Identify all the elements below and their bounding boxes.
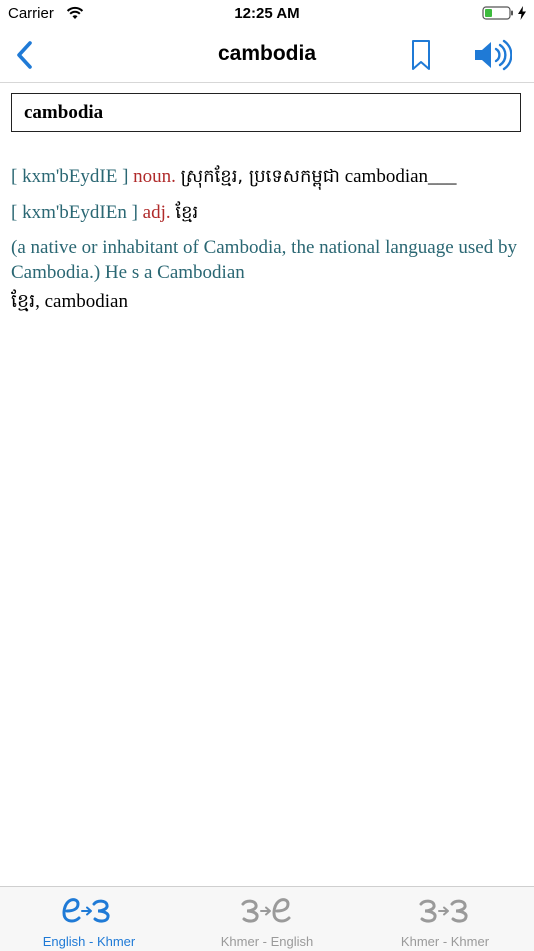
bookmark-icon[interactable] <box>406 38 436 72</box>
page-title: cambodia <box>217 42 317 65</box>
entry-adjective: [ kxm'bEydIEn ] adj. ខ្មែរ <box>11 199 526 227</box>
khmer-translation: ខ្មែរ <box>175 202 199 223</box>
definition-content: [ kxm'bEydIE ] noun. ស្រុកខ្មែរ, ប្រទេសក… <box>11 163 526 317</box>
tab-khmer-khmer[interactable]: Khmer - Khmer <box>356 887 534 951</box>
navigation-bar: cambodia <box>0 28 534 83</box>
battery-icon <box>482 6 513 20</box>
back-chevron-icon[interactable] <box>12 38 38 72</box>
tab-english-khmer[interactable]: English - Khmer <box>0 887 178 951</box>
e-to-khmer-icon <box>62 898 110 923</box>
phonetic-text: [ kxm'bEydIEn ] <box>11 202 138 223</box>
phonetic-text: [ kxm'bEydIE ] <box>11 166 129 187</box>
part-of-speech: noun. <box>133 166 176 187</box>
speaker-icon[interactable] <box>472 38 512 72</box>
charging-bolt-icon <box>518 6 526 20</box>
khmer-to-e-icon <box>241 898 291 923</box>
khmer-translation: ស្រុកខ្មែរ, ប្រទេសកម្ពុជា <box>180 166 340 187</box>
tab-khmer-english[interactable]: Khmer - English <box>178 887 356 951</box>
status-bar: Carrier 12:25 AM <box>0 0 534 28</box>
part-of-speech: adj. <box>142 202 171 223</box>
tab-bar: English - Khmer Khmer - English Khmer - … <box>0 886 534 951</box>
definition-text: (a native or inhabitant of Cambodia, the… <box>11 237 517 283</box>
tab-label: English - Khmer <box>42 934 136 949</box>
english-term: cambodian___ <box>344 166 457 187</box>
entry-noun: [ kxm'bEydIE ] noun. ស្រុកខ្មែរ, ប្រទេសក… <box>11 163 526 191</box>
translation-text: ខ្មែរ, cambodian <box>11 291 128 312</box>
tab-label: Khmer - English <box>220 934 314 949</box>
khmer-to-khmer-icon <box>419 899 468 923</box>
search-input[interactable] <box>11 93 521 132</box>
tab-label: Khmer - Khmer <box>400 934 490 949</box>
clock-label: 12:25 AM <box>234 5 300 22</box>
